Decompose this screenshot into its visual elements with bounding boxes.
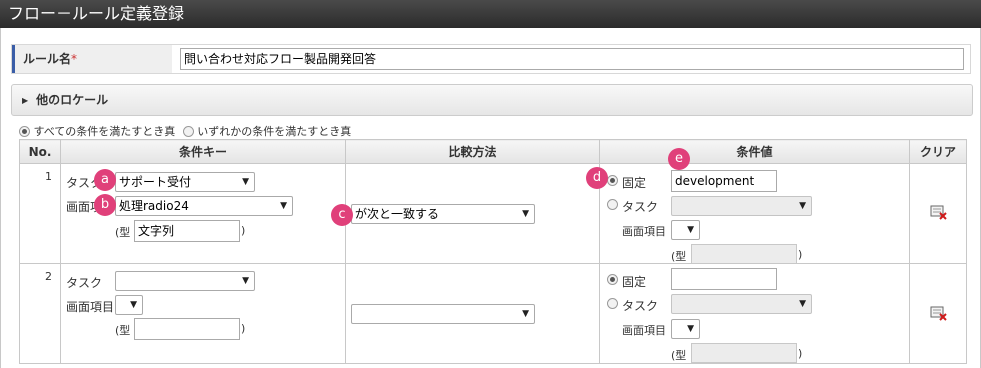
value-screen-item-label: 画面項目: [622, 324, 666, 337]
value-task-select[interactable]: ▼: [671, 294, 812, 314]
condition-key-cell: タスク ▼ 画面項目 ▼ (型 ): [60, 263, 346, 364]
value-task-select[interactable]: ▼: [671, 196, 812, 216]
callout-b: b: [94, 194, 116, 216]
rule-name-input[interactable]: 問い合わせ対応フロー製品開発回答: [180, 48, 964, 70]
chevron-down-icon: ▼: [522, 209, 529, 219]
fixed-radio[interactable]: [607, 274, 618, 285]
table-header-row: No. 条件キー 比較方法 条件値 クリア: [19, 139, 967, 164]
fixed-radio[interactable]: [607, 175, 618, 186]
compare-method-cell: が次と一致する ▼ c: [331, 163, 600, 264]
condition-value-cell: 固定 development タスク ▼ 画面項目 ▼ (型 ) d e: [586, 148, 910, 264]
chevron-down-icon: ▼: [242, 177, 249, 187]
screen-item-select-value: 処理radio24: [119, 199, 189, 213]
header-condition-value: 条件値: [599, 139, 910, 164]
type-open-label: (型: [115, 226, 131, 239]
value-screen-item-select[interactable]: ▼: [671, 220, 700, 240]
any-condition-radio[interactable]: [182, 125, 194, 137]
compare-method-select[interactable]: が次と一致する ▼: [351, 204, 535, 224]
other-locale-label: 他のロケール: [36, 93, 109, 107]
screen-item-select[interactable]: ▼: [115, 295, 143, 315]
compare-method-cell: ▼: [345, 263, 600, 364]
table-row: 1 タスク サポート受付 ▼ 画面項目 処理radio24 ▼ (型 文字列 ) a…: [19, 148, 967, 264]
screen-item-select[interactable]: 処理radio24 ▼: [115, 196, 293, 216]
type-field: [134, 318, 240, 340]
header-no: No.: [19, 139, 61, 164]
value-type-close-label: ): [798, 248, 803, 261]
rule-name-row: ルール名* 問い合わせ対応フロー製品開発回答: [11, 44, 971, 74]
all-conditions-radio[interactable]: [19, 125, 30, 137]
chevron-down-icon: ▼: [242, 276, 249, 286]
form-frame: ルール名* 問い合わせ対応フロー製品開発回答 ▶ 他のロケール すべての条件を満た…: [0, 28, 981, 368]
value-task-label: タスク: [622, 200, 659, 214]
task-select[interactable]: ▼: [115, 271, 255, 291]
value-task-label: タスク: [622, 299, 659, 313]
rule-name-label-text: ルール名: [23, 52, 72, 66]
value-type-open-label: (型: [671, 250, 687, 263]
fixed-value-input[interactable]: [671, 268, 777, 290]
chevron-down-icon: ▼: [687, 324, 694, 334]
condition-value-cell: 固定 タスク ▼ 画面項目 ▼ (型 ): [599, 263, 910, 364]
fixed-value-input[interactable]: development: [671, 170, 777, 192]
chevron-down-icon: ▼: [280, 201, 287, 211]
fixed-label: 固定: [622, 176, 647, 190]
task-select[interactable]: サポート受付 ▼: [115, 172, 255, 192]
callout-a: a: [94, 169, 116, 191]
value-task-radio[interactable]: [607, 199, 618, 210]
value-task-radio[interactable]: [607, 298, 618, 309]
value-type-field: [691, 244, 797, 264]
header-compare-method: 比較方法: [345, 139, 600, 164]
clear-cell: [909, 163, 967, 264]
other-locale-toggle[interactable]: ▶ 他のロケール: [11, 84, 973, 116]
header-condition-key: 条件キー: [60, 139, 346, 164]
required-mark: *: [71, 52, 78, 66]
type-close-label: ): [241, 224, 246, 237]
conditions-table: No. 条件キー 比較方法 条件値 クリア 1 タスク サポート受付 ▼ 画面項目…: [19, 139, 967, 364]
screen-item-label: 画面項目: [66, 300, 115, 314]
callout-c: c: [331, 204, 353, 226]
value-type-open-label: (型: [671, 349, 687, 362]
fixed-label: 固定: [622, 275, 647, 289]
row-number: 1: [19, 163, 61, 264]
value-screen-item-select[interactable]: ▼: [671, 319, 700, 339]
any-condition-label: いずれかの条件を満たすとき真: [197, 125, 352, 138]
window-title: フロー－ルール定義登録: [0, 0, 981, 28]
type-field: 文字列: [134, 220, 240, 242]
callout-d: d: [586, 167, 608, 189]
chevron-down-icon: ▼: [799, 299, 806, 309]
callout-e: e: [668, 148, 690, 170]
expand-triangle-icon: ▶: [22, 96, 29, 105]
chevron-down-icon: ▼: [130, 300, 137, 310]
clear-icon[interactable]: [930, 306, 948, 321]
chevron-down-icon: ▼: [522, 309, 529, 319]
value-screen-item-label: 画面項目: [622, 225, 666, 238]
task-select-value: サポート受付: [119, 175, 192, 189]
compare-method-select[interactable]: ▼: [351, 304, 535, 324]
compare-method-value: が次と一致する: [355, 207, 440, 221]
value-type-field: [691, 343, 797, 363]
clear-cell: [909, 263, 967, 364]
clear-icon[interactable]: [930, 205, 948, 220]
condition-mode-group: すべての条件を満たすとき真 いずれかの条件を満たすとき真: [19, 123, 351, 139]
table-row: 2 タスク ▼ 画面項目 ▼ (型 ) ▼ 固定 タスク ▼ 画面項目 ▼ (型…: [19, 263, 967, 364]
condition-key-cell: タスク サポート受付 ▼ 画面項目 処理radio24 ▼ (型 文字列 ) a b: [60, 163, 346, 264]
chevron-down-icon: ▼: [799, 201, 806, 211]
task-label: タスク: [66, 276, 103, 290]
type-open-label: (型: [115, 324, 131, 337]
row-number: 2: [19, 263, 61, 364]
type-close-label: ): [241, 322, 246, 335]
all-conditions-label: すべての条件を満たすとき真: [33, 125, 176, 138]
value-type-close-label: ): [798, 347, 803, 360]
chevron-down-icon: ▼: [687, 225, 694, 235]
header-clear: クリア: [909, 139, 967, 164]
rule-name-label: ルール名*: [12, 45, 172, 73]
